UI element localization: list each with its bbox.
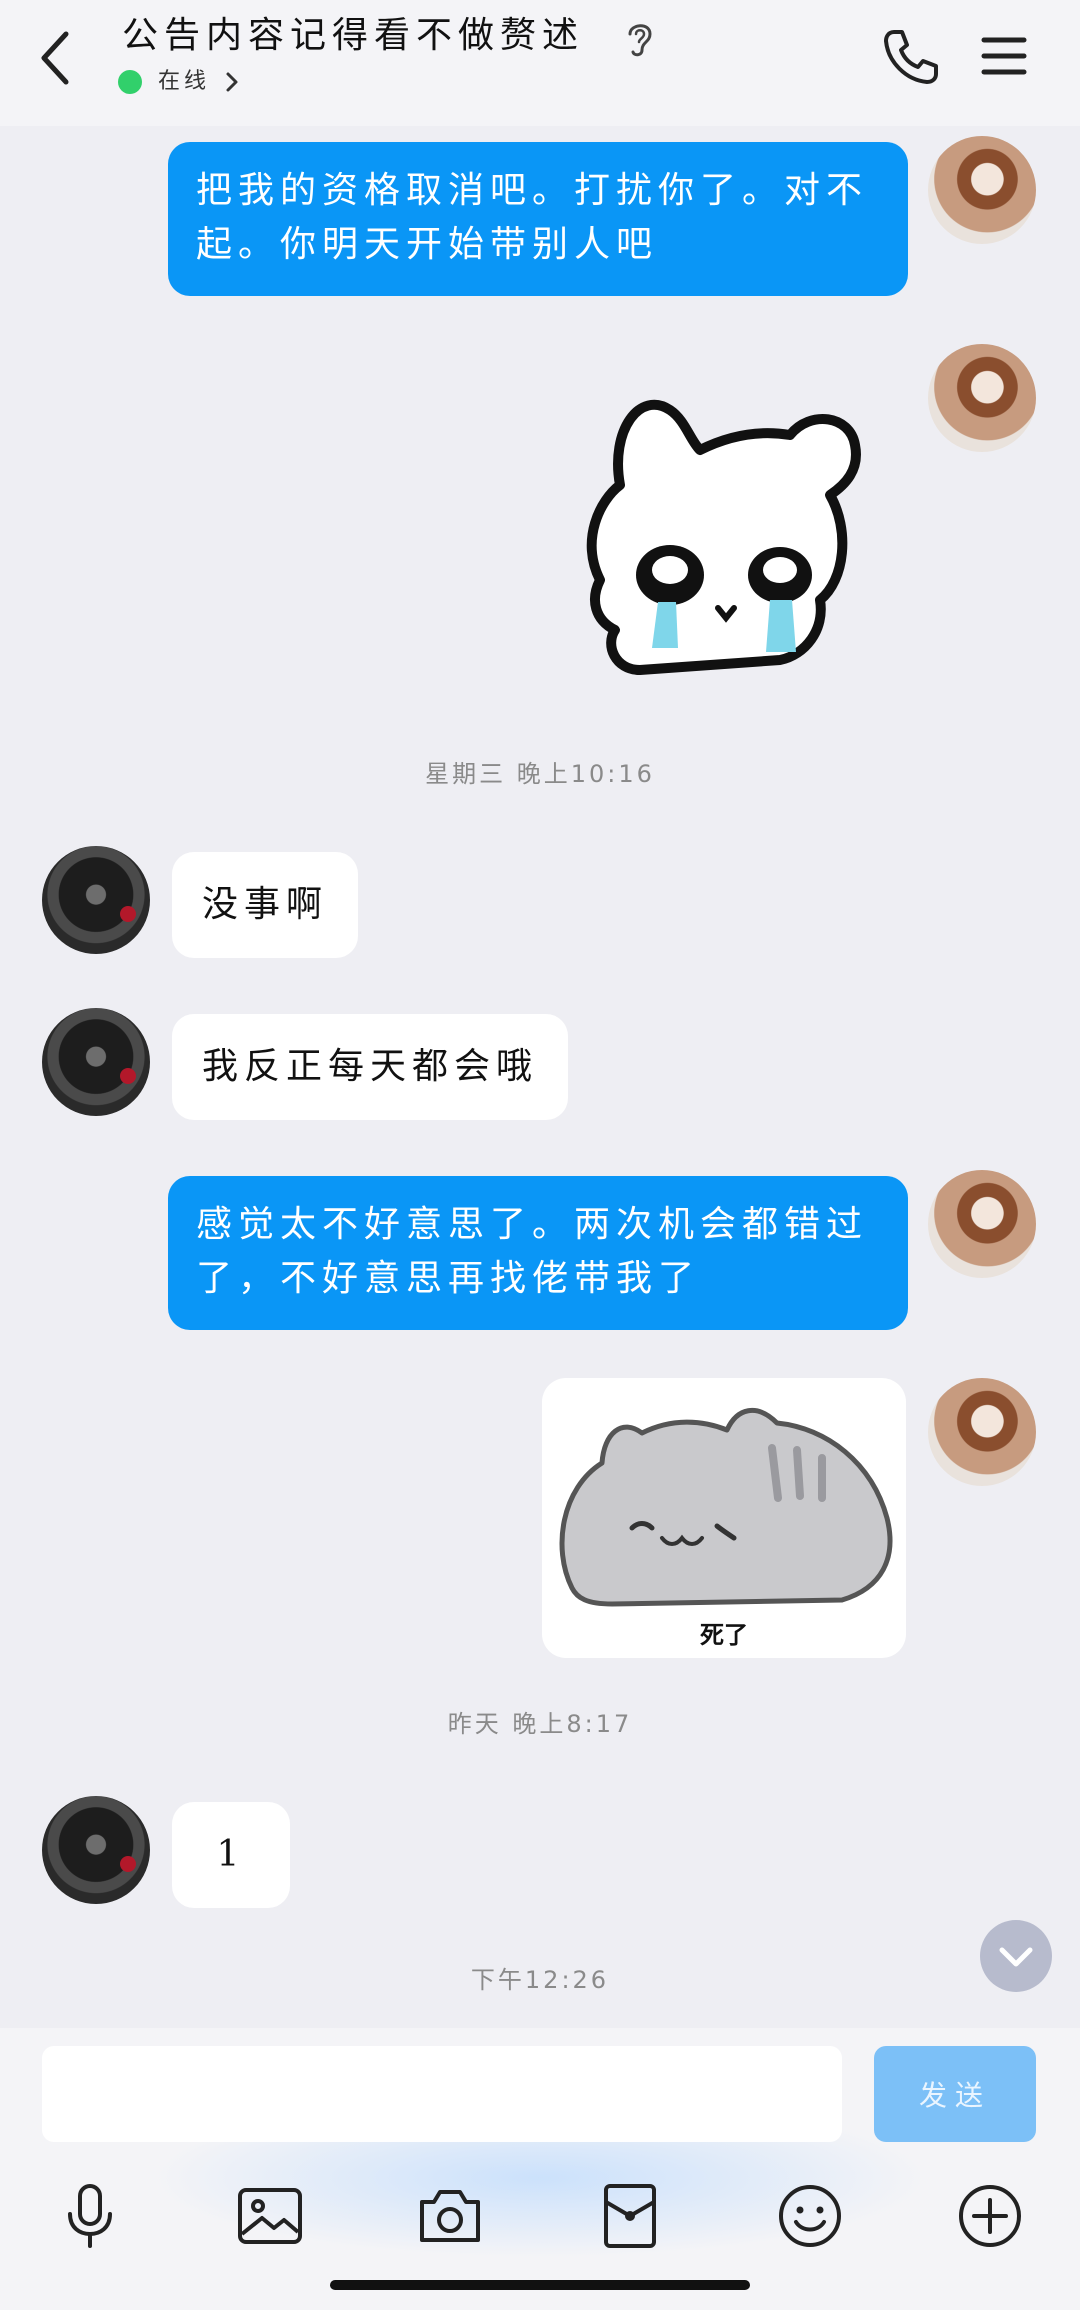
peer-message-bubble[interactable]: 我反正每天都会哦 bbox=[172, 1014, 569, 1120]
more-actions-button[interactable] bbox=[954, 2180, 1026, 2252]
voice-input-button[interactable] bbox=[54, 2180, 126, 2252]
phone-icon bbox=[884, 30, 938, 84]
timestamp: 星期三 晚上10:16 bbox=[425, 760, 655, 788]
peer-avatar[interactable] bbox=[42, 1796, 150, 1904]
my-avatar[interactable] bbox=[928, 1170, 1036, 1278]
emoji-button[interactable] bbox=[774, 2180, 846, 2252]
timestamp: 昨天 晚上8:17 bbox=[447, 1710, 633, 1738]
chevron-down-icon bbox=[999, 1947, 1033, 1967]
camera-icon bbox=[420, 2190, 480, 2242]
my-message-bubble[interactable]: 感觉太不好意思了。两次机会都错过了，不好意思再找佬带我了 bbox=[168, 1176, 908, 1330]
peer-avatar[interactable] bbox=[42, 1008, 150, 1116]
peer-message-bubble[interactable]: 没事啊 bbox=[172, 852, 359, 958]
plus-icon bbox=[959, 2185, 1021, 2247]
voice-call-button[interactable] bbox=[880, 26, 942, 88]
menu-icon bbox=[981, 37, 1027, 75]
peer-avatar[interactable] bbox=[42, 846, 150, 954]
back-button[interactable] bbox=[30, 22, 86, 94]
ear-icon[interactable] bbox=[624, 18, 656, 60]
home-indicator[interactable] bbox=[330, 2280, 750, 2290]
online-status-dot bbox=[118, 70, 142, 94]
sticker-caption: 死了 bbox=[700, 1621, 748, 1649]
lying-cat-sticker[interactable]: 死了 bbox=[542, 1378, 906, 1658]
my-avatar[interactable] bbox=[928, 344, 1036, 452]
red-packet-icon bbox=[604, 2184, 656, 2248]
camera-button[interactable] bbox=[414, 2180, 486, 2252]
input-bar: 发送 bbox=[0, 2028, 1080, 2310]
photo-album-button[interactable] bbox=[234, 2180, 306, 2252]
chevron-left-icon bbox=[41, 31, 69, 85]
scroll-to-bottom-button[interactable] bbox=[980, 1920, 1052, 1992]
peer-message-bubble[interactable]: 1 bbox=[172, 1802, 290, 1908]
send-button[interactable]: 发送 bbox=[874, 2046, 1036, 2142]
more-menu-button[interactable] bbox=[980, 32, 1028, 80]
red-packet-button[interactable] bbox=[594, 2180, 666, 2252]
my-message-bubble[interactable]: 把我的资格取消吧。打扰你了。对不起。你明天开始带别人吧 bbox=[168, 142, 908, 296]
crying-bunny-sticker[interactable] bbox=[560, 390, 890, 690]
my-avatar[interactable] bbox=[928, 1378, 1036, 1486]
online-status-label[interactable]: 在线 bbox=[158, 64, 210, 100]
cat-icon bbox=[559, 1407, 893, 1607]
chat-title[interactable]: 公告内容记得看不做赘述 bbox=[122, 8, 642, 64]
image-icon bbox=[238, 2188, 302, 2244]
microphone-icon bbox=[68, 2184, 112, 2248]
timestamp: 下午12:26 bbox=[470, 1966, 610, 1994]
my-avatar[interactable] bbox=[928, 136, 1036, 244]
emoji-icon bbox=[779, 2185, 841, 2247]
chat-header: 公告内容记得看不做赘述 在线 bbox=[0, 0, 1080, 126]
message-input[interactable] bbox=[42, 2046, 842, 2142]
chevron-right-icon[interactable] bbox=[222, 70, 242, 94]
